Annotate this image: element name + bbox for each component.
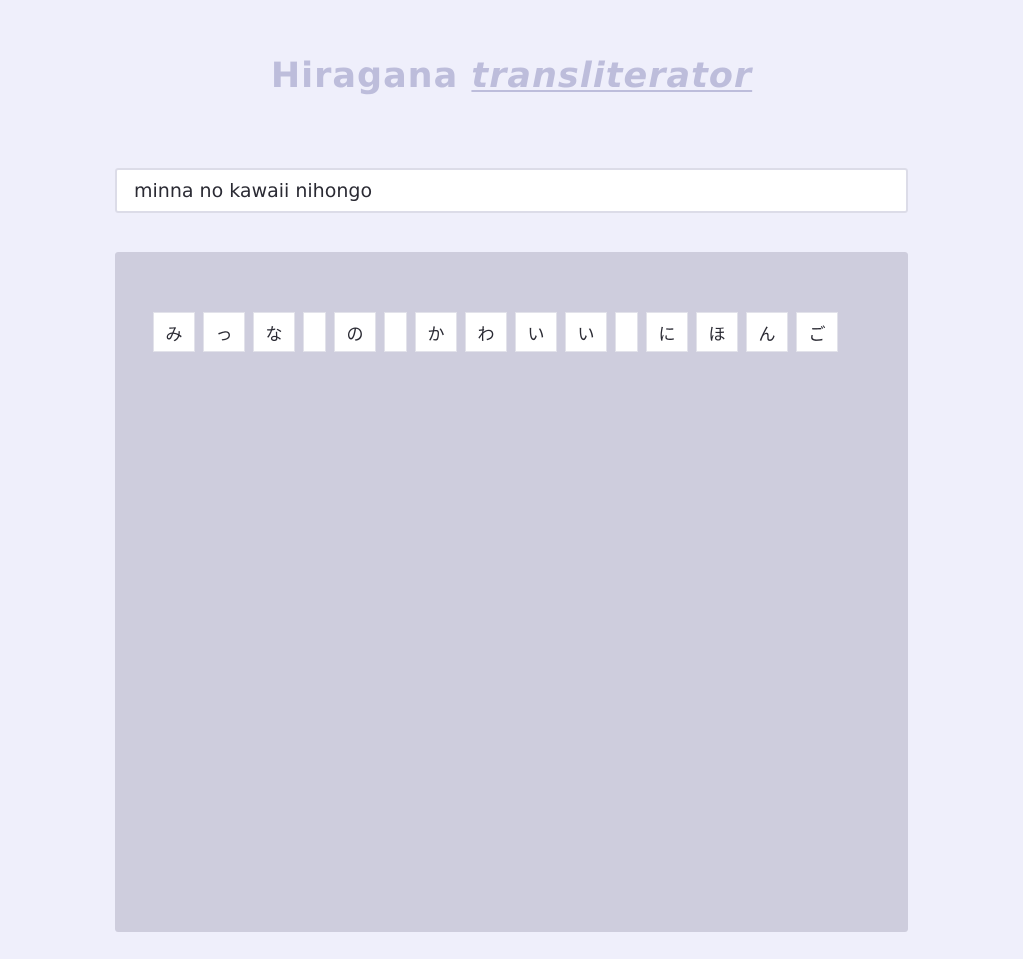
hiragana-tile: っ [203, 312, 245, 352]
hiragana-output-panel: みっな の かわいい にほんご [115, 252, 908, 932]
hiragana-tile: の [334, 312, 376, 352]
hiragana-tile: に [646, 312, 688, 352]
hiragana-tile: ん [746, 312, 788, 352]
space-tile [384, 312, 407, 352]
hiragana-tiles: みっな の かわいい にほんご [153, 312, 838, 352]
hiragana-tile: な [253, 312, 295, 352]
page-title: Hiragana transliterator [0, 56, 1023, 96]
title-link[interactable]: transliterator [471, 56, 752, 96]
hiragana-tile: い [565, 312, 607, 352]
space-tile [615, 312, 638, 352]
hiragana-tile: ご [796, 312, 838, 352]
romaji-input[interactable] [117, 170, 906, 211]
title-word: Hiragana [270, 56, 459, 96]
hiragana-tile: ほ [696, 312, 738, 352]
space-tile [303, 312, 326, 352]
hiragana-tile: か [415, 312, 457, 352]
hiragana-tile: い [515, 312, 557, 352]
hiragana-tile: わ [465, 312, 507, 352]
hiragana-tile: み [153, 312, 195, 352]
romaji-input-container [115, 168, 908, 213]
